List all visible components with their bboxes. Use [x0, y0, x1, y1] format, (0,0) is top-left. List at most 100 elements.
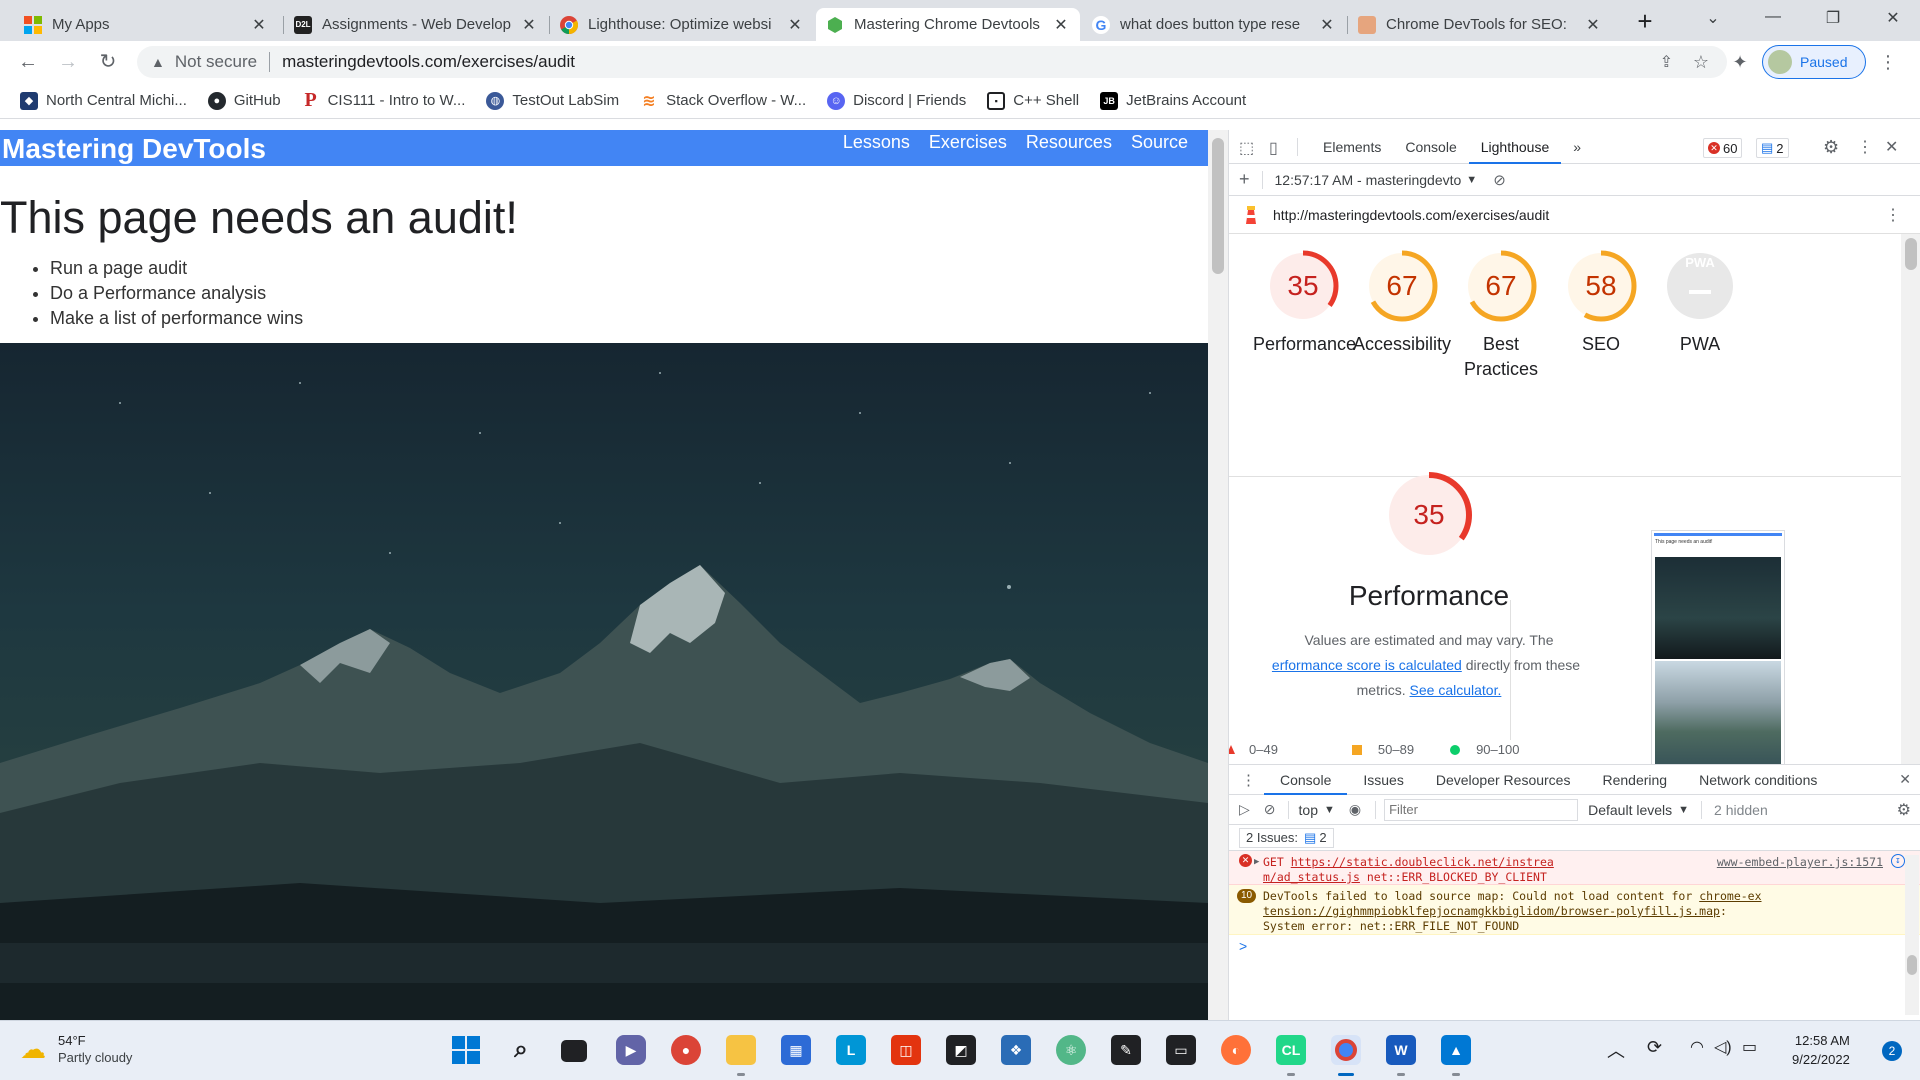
bookmark-ncmc[interactable]: ◆ North Central Michi...: [20, 91, 187, 110]
scrollbar-thumb[interactable]: [1907, 955, 1917, 975]
request-url-link[interactable]: m/ad_status.js: [1263, 870, 1360, 884]
expand-triangle-icon[interactable]: ▶: [1254, 855, 1259, 870]
photos-icon[interactable]: ▲: [1441, 1035, 1471, 1065]
score-gauge-accessibility[interactable]: 67 Accessibility: [1352, 246, 1452, 357]
forward-arrow-icon[interactable]: →: [56, 50, 80, 74]
close-tab-icon[interactable]: ✕: [786, 15, 804, 35]
source-link[interactable]: www-embed-player.js:1571: [1717, 855, 1883, 870]
search-icon[interactable]: ⌕: [506, 1035, 536, 1065]
security-label[interactable]: Not secure: [175, 52, 257, 72]
tab-elements[interactable]: Elements: [1311, 130, 1393, 164]
drawer-tab-network-conditions[interactable]: Network conditions: [1683, 765, 1833, 795]
kebab-menu-icon[interactable]: ⋮: [1876, 50, 1900, 74]
show-hidden-icons-chevron-icon[interactable]: ︿: [1607, 1037, 1625, 1063]
context-selector[interactable]: top: [1299, 802, 1318, 818]
console-settings-gear-icon[interactable]: ⚙: [1897, 800, 1911, 820]
report-url[interactable]: http://masteringdevtools.com/exercises/a…: [1273, 207, 1549, 223]
console-prompt[interactable]: >: [1229, 935, 1920, 957]
scrollbar-thumb[interactable]: [1212, 138, 1224, 274]
dropdown-caret-icon[interactable]: ▼: [1324, 804, 1335, 816]
tab-assignments[interactable]: D2L Assignments - Web Develop ✕: [284, 8, 548, 41]
drawer-tab-console[interactable]: Console: [1264, 765, 1348, 795]
error-count-badge[interactable]: ✕ 60: [1703, 138, 1743, 158]
volume-icon[interactable]: ◁): [1714, 1037, 1732, 1057]
tab-devtools-seo[interactable]: Chrome DevTools for SEO: ✕: [1348, 8, 1612, 41]
bookmark-star-icon[interactable]: ☆: [1693, 52, 1709, 73]
score-calculated-link[interactable]: erformance score is calculated: [1272, 657, 1462, 673]
nav-link-lessons[interactable]: Lessons: [843, 132, 910, 153]
start-windows-icon[interactable]: [451, 1035, 481, 1065]
tab-lighthouse[interactable]: Lighthouse: [1468, 130, 1562, 164]
weather-widget[interactable]: ☁ 54°F Partly cloudy: [20, 1033, 132, 1065]
new-tab-button[interactable]: +: [1625, 6, 1665, 37]
close-tab-icon[interactable]: ✕: [1318, 15, 1336, 35]
tab-mastering-devtools[interactable]: Mastering Chrome Devtools ✕: [816, 8, 1080, 41]
warning-triangle-icon[interactable]: ▲: [151, 54, 165, 70]
source-map-link[interactable]: chrome-ex: [1699, 889, 1761, 903]
device-toolbar-icon[interactable]: ▯: [1269, 138, 1278, 158]
close-drawer-icon[interactable]: ✕: [1899, 771, 1911, 788]
page-screenshot-thumbnail[interactable]: This page needs an audit!: [1651, 530, 1785, 764]
console-scrollbar[interactable]: [1905, 855, 1919, 1015]
kebab-menu-icon[interactable]: ⋮: [1857, 137, 1873, 157]
share-icon[interactable]: ⇪: [1660, 52, 1673, 72]
drawer-tab-developer-resources[interactable]: Developer Resources: [1420, 765, 1587, 795]
close-tab-icon[interactable]: ✕: [1584, 15, 1602, 35]
dropdown-caret-icon[interactable]: ▼: [1678, 804, 1689, 816]
tab-my-apps[interactable]: My Apps ✕: [14, 8, 278, 41]
issues-button[interactable]: 2 Issues: ▤ 2: [1239, 827, 1334, 848]
nav-link-exercises[interactable]: Exercises: [929, 132, 1007, 153]
back-arrow-icon[interactable]: ←: [16, 50, 40, 74]
close-devtools-icon[interactable]: ✕: [1885, 137, 1898, 157]
score-gauge-best-practices[interactable]: 67 Best Practices: [1451, 246, 1551, 382]
close-window-button[interactable]: ✕: [1873, 8, 1913, 28]
source-map-link[interactable]: tension://gighmmpiobklfepjocnamgkkbiglid…: [1263, 904, 1720, 918]
notification-badge[interactable]: 2: [1882, 1041, 1902, 1061]
console-filter-input[interactable]: [1384, 798, 1579, 821]
score-gauge-seo[interactable]: 58 SEO: [1551, 246, 1651, 357]
clion-icon[interactable]: CL: [1276, 1035, 1306, 1065]
task-view-icon[interactable]: [561, 1040, 587, 1062]
maximize-button[interactable]: ❐: [1813, 8, 1853, 28]
console-error-message[interactable]: ✕ ▶ GET https://static.doubleclick.net/i…: [1229, 851, 1920, 885]
teams-chat-icon[interactable]: ▶: [616, 1035, 646, 1065]
clear-console-icon[interactable]: ⊘: [1264, 801, 1276, 818]
clock[interactable]: 12:58 AM 9/22/2022: [1792, 1031, 1850, 1069]
bookmark-discord[interactable]: ☺ Discord | Friends: [827, 91, 966, 110]
performance-gauge[interactable]: 35: [1384, 470, 1474, 560]
console-warning-message[interactable]: 10 DevTools failed to load source map: C…: [1229, 885, 1920, 935]
lockdown-browser-icon[interactable]: L: [836, 1035, 866, 1065]
terminal-taskbar-icon[interactable]: ▭: [1166, 1035, 1196, 1065]
bookmark-cis111[interactable]: P CIS111 - Intro to W...: [302, 89, 465, 111]
close-tab-icon[interactable]: ✕: [520, 15, 538, 35]
sticky-notes-icon[interactable]: ◩: [946, 1035, 976, 1065]
settings-gear-icon[interactable]: ⚙: [1823, 137, 1839, 158]
inkscape-icon[interactable]: ✎: [1111, 1035, 1141, 1065]
bookmark-jetbrains[interactable]: JB JetBrains Account: [1100, 91, 1246, 110]
nav-link-source[interactable]: Source: [1131, 132, 1188, 153]
python-icon[interactable]: ❖: [1001, 1035, 1031, 1065]
see-calculator-link[interactable]: See calculator.: [1410, 682, 1502, 698]
clear-reports-icon[interactable]: ⊘: [1493, 171, 1506, 189]
tab-search-chevron-icon[interactable]: ⌄: [1693, 8, 1733, 28]
reload-icon[interactable]: ↻: [96, 50, 120, 74]
scrollbar-thumb[interactable]: [1905, 238, 1917, 270]
report-scrollbar[interactable]: [1901, 234, 1920, 764]
tab-google-search[interactable]: G what does button type rese ✕: [1082, 8, 1346, 41]
dropdown-caret-icon[interactable]: ▼: [1466, 174, 1477, 186]
report-menu-icon[interactable]: ⋮: [1885, 205, 1901, 225]
request-url-link[interactable]: https://static.doubleclick.net/instrea: [1291, 855, 1554, 869]
drawer-menu-icon[interactable]: ⋮: [1229, 771, 1264, 789]
chrome-taskbar-icon[interactable]: ●: [671, 1035, 701, 1065]
microsoft-store-icon[interactable]: ▦: [781, 1035, 811, 1065]
tab-console[interactable]: Console: [1393, 130, 1468, 164]
score-gauge-performance[interactable]: 35 Performance: [1253, 246, 1356, 357]
network-panel-icon[interactable]: ↧: [1891, 854, 1905, 868]
log-levels-dropdown[interactable]: Default levels: [1588, 802, 1672, 818]
address-bar[interactable]: ▲ Not secure masteringdevtools.com/exerc…: [137, 46, 1727, 78]
nav-link-resources[interactable]: Resources: [1026, 132, 1112, 153]
wifi-icon[interactable]: ◠: [1690, 1037, 1704, 1057]
sync-icon[interactable]: ⟳: [1647, 1037, 1662, 1058]
close-tab-icon[interactable]: ✕: [250, 15, 268, 35]
firefox-icon[interactable]: ◐: [1221, 1035, 1251, 1065]
